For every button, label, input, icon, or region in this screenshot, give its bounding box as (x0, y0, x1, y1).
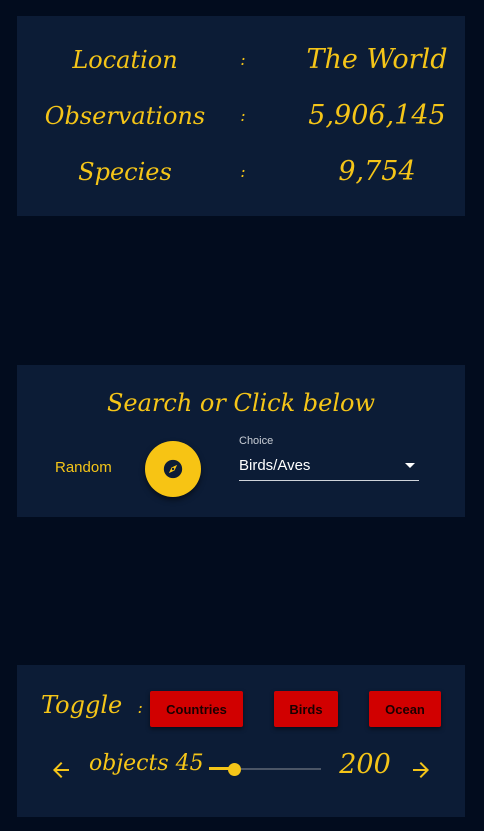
objects-slider[interactable] (209, 761, 321, 777)
next-arrow-button[interactable] (409, 758, 433, 782)
stat-row-observations: Observations : 5,906,145 (17, 94, 465, 138)
search-card: Search or Click below Random Choice Bird… (17, 365, 465, 517)
stat-label: Species (78, 158, 172, 186)
objects-count-label: objects 45 (89, 751, 204, 776)
random-button[interactable] (145, 441, 201, 497)
stat-label: Location (72, 46, 178, 74)
stat-row-location: Location : The World (17, 38, 465, 82)
toggle-label-text: Toggle (41, 691, 123, 719)
choice-select[interactable]: Birds/Aves (239, 453, 419, 481)
dropdown-arrow-icon (405, 463, 415, 468)
arrow-right-icon (413, 762, 429, 778)
search-title: Search or Click below (106, 389, 376, 417)
toggle-birds-button[interactable]: Birds (274, 691, 338, 727)
slider-max-value: 200 (339, 749, 391, 780)
toggle-countries-button[interactable]: Countries (150, 691, 243, 727)
stat-value: 9,754 (338, 156, 416, 187)
stat-separator: : (240, 162, 246, 181)
toggle-separator: : (137, 698, 143, 717)
choice-label: Choice (239, 435, 274, 447)
choice-value: Birds/Aves (239, 457, 311, 474)
compass-icon (163, 459, 183, 479)
toggle-card: Toggle : Countries Birds Ocean objects 4… (17, 665, 465, 817)
stat-value: 5,906,145 (308, 100, 446, 131)
toggle-ocean-button[interactable]: Ocean (369, 691, 441, 727)
toggle-label: Toggle : (41, 691, 143, 719)
previous-arrow-button[interactable] (49, 758, 73, 782)
arrow-left-icon (53, 762, 69, 778)
stats-card: Location : The World Observations : 5,90… (17, 16, 465, 216)
stat-row-species: Species : 9,754 (17, 150, 465, 194)
stat-value: The World (306, 44, 448, 75)
stat-label: Observations (44, 102, 206, 130)
slider-thumb[interactable] (228, 763, 242, 776)
random-label: Random (55, 459, 112, 476)
stat-separator: : (240, 50, 246, 69)
stat-separator: : (240, 106, 246, 125)
